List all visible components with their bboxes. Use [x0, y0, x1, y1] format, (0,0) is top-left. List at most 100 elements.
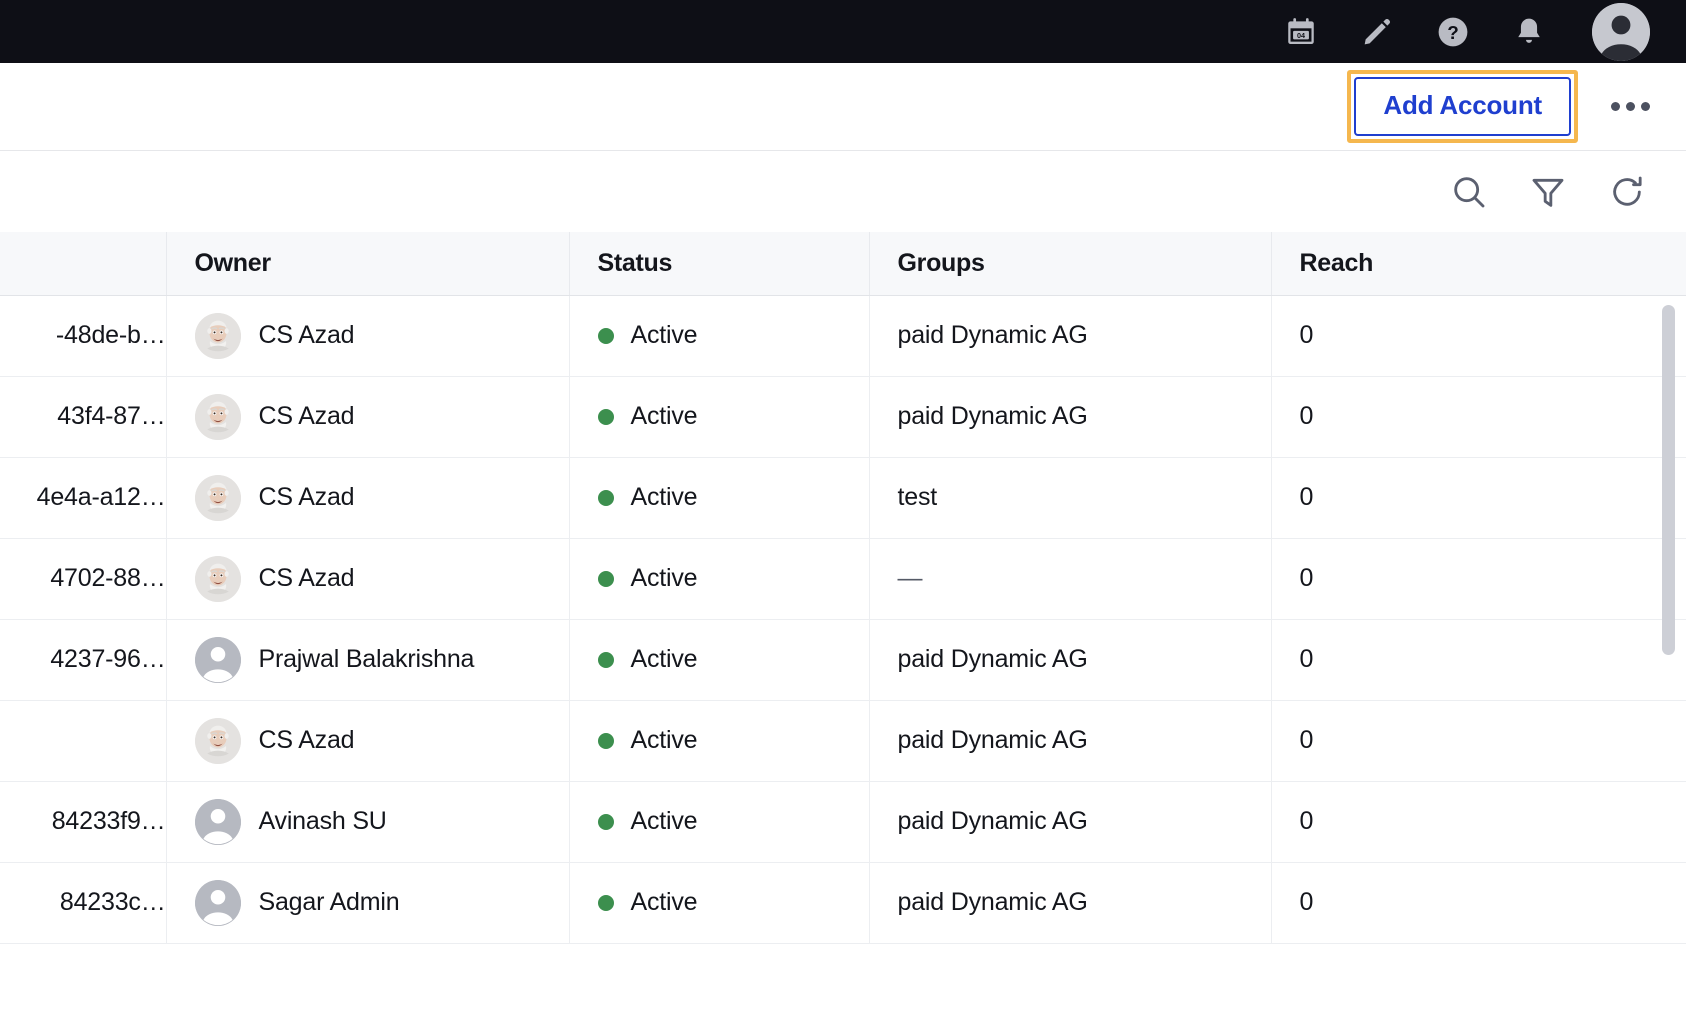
reach-value: 0	[1299, 402, 1314, 430]
cell-status[interactable]: Active	[569, 538, 870, 620]
cell-groups[interactable]: paid Dynamic AG	[869, 781, 1272, 863]
cell-status[interactable]: Active	[569, 295, 870, 377]
column-header-id[interactable]	[0, 232, 167, 296]
cell-reach[interactable]: 0	[1271, 700, 1686, 782]
cell-reach[interactable]: 0	[1271, 781, 1686, 863]
status-label: Active	[630, 402, 698, 430]
reach-value: 0	[1299, 888, 1314, 916]
status-dot-icon	[597, 813, 614, 830]
table-body: -48de-b… CS Azad Active paid Dynamic AG …	[0, 295, 1686, 944]
cell-groups[interactable]: paid Dynamic AG	[869, 376, 1272, 458]
cell-owner[interactable]: CS Azad	[166, 457, 570, 539]
cell-reach[interactable]: 0	[1271, 862, 1686, 944]
owner-name: CS Azad	[258, 321, 355, 349]
avatar[interactable]	[1592, 2, 1650, 61]
search-icon[interactable]	[1446, 169, 1492, 215]
cell-account-id[interactable]: 4237-96…	[0, 619, 167, 701]
notifications-bell-icon[interactable]	[1510, 13, 1548, 51]
account-id-text: 43f4-87…	[57, 402, 166, 430]
owner-name: Sagar Admin	[258, 888, 400, 916]
more-options-button[interactable]	[1604, 81, 1656, 133]
cell-groups[interactable]: paid Dynamic AG	[869, 619, 1272, 701]
accounts-table-container[interactable]: Owner Status Groups Reach -48de-b… CS Az…	[0, 232, 1686, 1014]
table-row[interactable]: CS Azad Active paid Dynamic AG 0	[0, 700, 1686, 782]
table-row[interactable]: 43f4-87… CS Azad Active paid Dynamic AG …	[0, 376, 1686, 458]
cell-account-id[interactable]: 4e4a-a12…	[0, 457, 167, 539]
add-account-focus-ring: Add Account	[1347, 70, 1578, 143]
status-dot-icon	[597, 489, 614, 506]
groups-value: —	[897, 564, 923, 592]
groups-value: test	[897, 483, 938, 511]
cell-groups[interactable]: test	[869, 457, 1272, 539]
owner-avatar-icon	[194, 312, 241, 359]
cell-account-id[interactable]: 4702-88…	[0, 538, 167, 620]
cell-account-id[interactable]: 84233c…	[0, 862, 167, 944]
svg-text:?: ?	[1447, 22, 1459, 43]
more-dot	[1610, 102, 1620, 111]
cell-status[interactable]: Active	[569, 862, 870, 944]
page-action-bar: Add Account	[0, 63, 1686, 151]
reach-value: 0	[1299, 726, 1314, 754]
owner-avatar-icon	[194, 474, 241, 521]
cell-account-id[interactable]: 43f4-87…	[0, 376, 167, 458]
owner-name: Prajwal Balakrishna	[258, 645, 475, 673]
filter-icon[interactable]	[1525, 169, 1571, 215]
cell-status[interactable]: Active	[569, 619, 870, 701]
cell-owner[interactable]: Sagar Admin	[166, 862, 570, 944]
cell-owner[interactable]: CS Azad	[166, 700, 570, 782]
groups-value: paid Dynamic AG	[897, 807, 1088, 835]
table-row[interactable]: -48de-b… CS Azad Active paid Dynamic AG …	[0, 295, 1686, 377]
groups-value: paid Dynamic AG	[897, 726, 1088, 754]
column-header-groups[interactable]: Groups	[869, 232, 1272, 296]
cell-account-id[interactable]: 84233f9…	[0, 781, 167, 863]
cell-status[interactable]: Active	[569, 700, 870, 782]
cell-status[interactable]: Active	[569, 781, 870, 863]
table-row[interactable]: 4237-96… Prajwal Balakrishna Active paid…	[0, 619, 1686, 701]
owner-name: CS Azad	[258, 402, 355, 430]
cell-status[interactable]: Active	[569, 457, 870, 539]
cell-owner[interactable]: CS Azad	[166, 376, 570, 458]
status-dot-icon	[597, 651, 614, 668]
cell-reach[interactable]: 0	[1271, 376, 1686, 458]
account-id-text: 4702-88…	[50, 564, 166, 592]
cell-owner[interactable]: Avinash SU	[166, 781, 570, 863]
table-header: Owner Status Groups Reach	[0, 232, 1686, 296]
table-header-row: Owner Status Groups Reach	[0, 232, 1686, 296]
vertical-scrollbar-thumb[interactable]	[1662, 305, 1675, 655]
status-label: Active	[630, 483, 698, 511]
cell-groups[interactable]: paid Dynamic AG	[869, 862, 1272, 944]
status-label: Active	[630, 321, 698, 349]
owner-avatar-icon	[194, 393, 241, 440]
table-row[interactable]: 4702-88… CS Azad Active — 0	[0, 538, 1686, 620]
column-header-status[interactable]: Status	[569, 232, 870, 296]
edit-pencil-icon[interactable]	[1358, 13, 1396, 51]
svg-text:04: 04	[1297, 31, 1305, 40]
refresh-icon[interactable]	[1604, 169, 1650, 215]
cell-groups[interactable]: —	[869, 538, 1272, 620]
account-id-text: 84233c…	[59, 888, 166, 916]
add-account-button[interactable]: Add Account	[1354, 77, 1571, 136]
cell-account-id[interactable]	[0, 700, 167, 782]
cell-status[interactable]: Active	[569, 376, 870, 458]
table-row[interactable]: 84233f9… Avinash SU Active paid Dynamic …	[0, 781, 1686, 863]
column-header-owner[interactable]: Owner	[166, 232, 570, 296]
table-row[interactable]: 4e4a-a12… CS Azad Active test 0	[0, 457, 1686, 539]
status-label: Active	[630, 807, 698, 835]
column-header-reach[interactable]: Reach	[1271, 232, 1686, 296]
table-row[interactable]: 84233c… Sagar Admin Active paid Dynamic …	[0, 862, 1686, 944]
status-label: Active	[630, 564, 698, 592]
cell-reach[interactable]: 0	[1271, 619, 1686, 701]
cell-reach[interactable]: 0	[1271, 457, 1686, 539]
help-icon[interactable]: ?	[1434, 13, 1472, 51]
cell-owner[interactable]: CS Azad	[166, 295, 570, 377]
calendar-icon[interactable]: 04	[1282, 13, 1320, 51]
cell-account-id[interactable]: -48de-b…	[0, 295, 167, 377]
cell-groups[interactable]: paid Dynamic AG	[869, 700, 1272, 782]
topbar-icon-group: 04 ?	[1282, 2, 1650, 61]
account-id-text: 4e4a-a12…	[36, 483, 166, 511]
cell-groups[interactable]: paid Dynamic AG	[869, 295, 1272, 377]
cell-owner[interactable]: Prajwal Balakrishna	[166, 619, 570, 701]
cell-owner[interactable]: CS Azad	[166, 538, 570, 620]
cell-reach[interactable]: 0	[1271, 538, 1686, 620]
cell-reach[interactable]: 0	[1271, 295, 1686, 377]
